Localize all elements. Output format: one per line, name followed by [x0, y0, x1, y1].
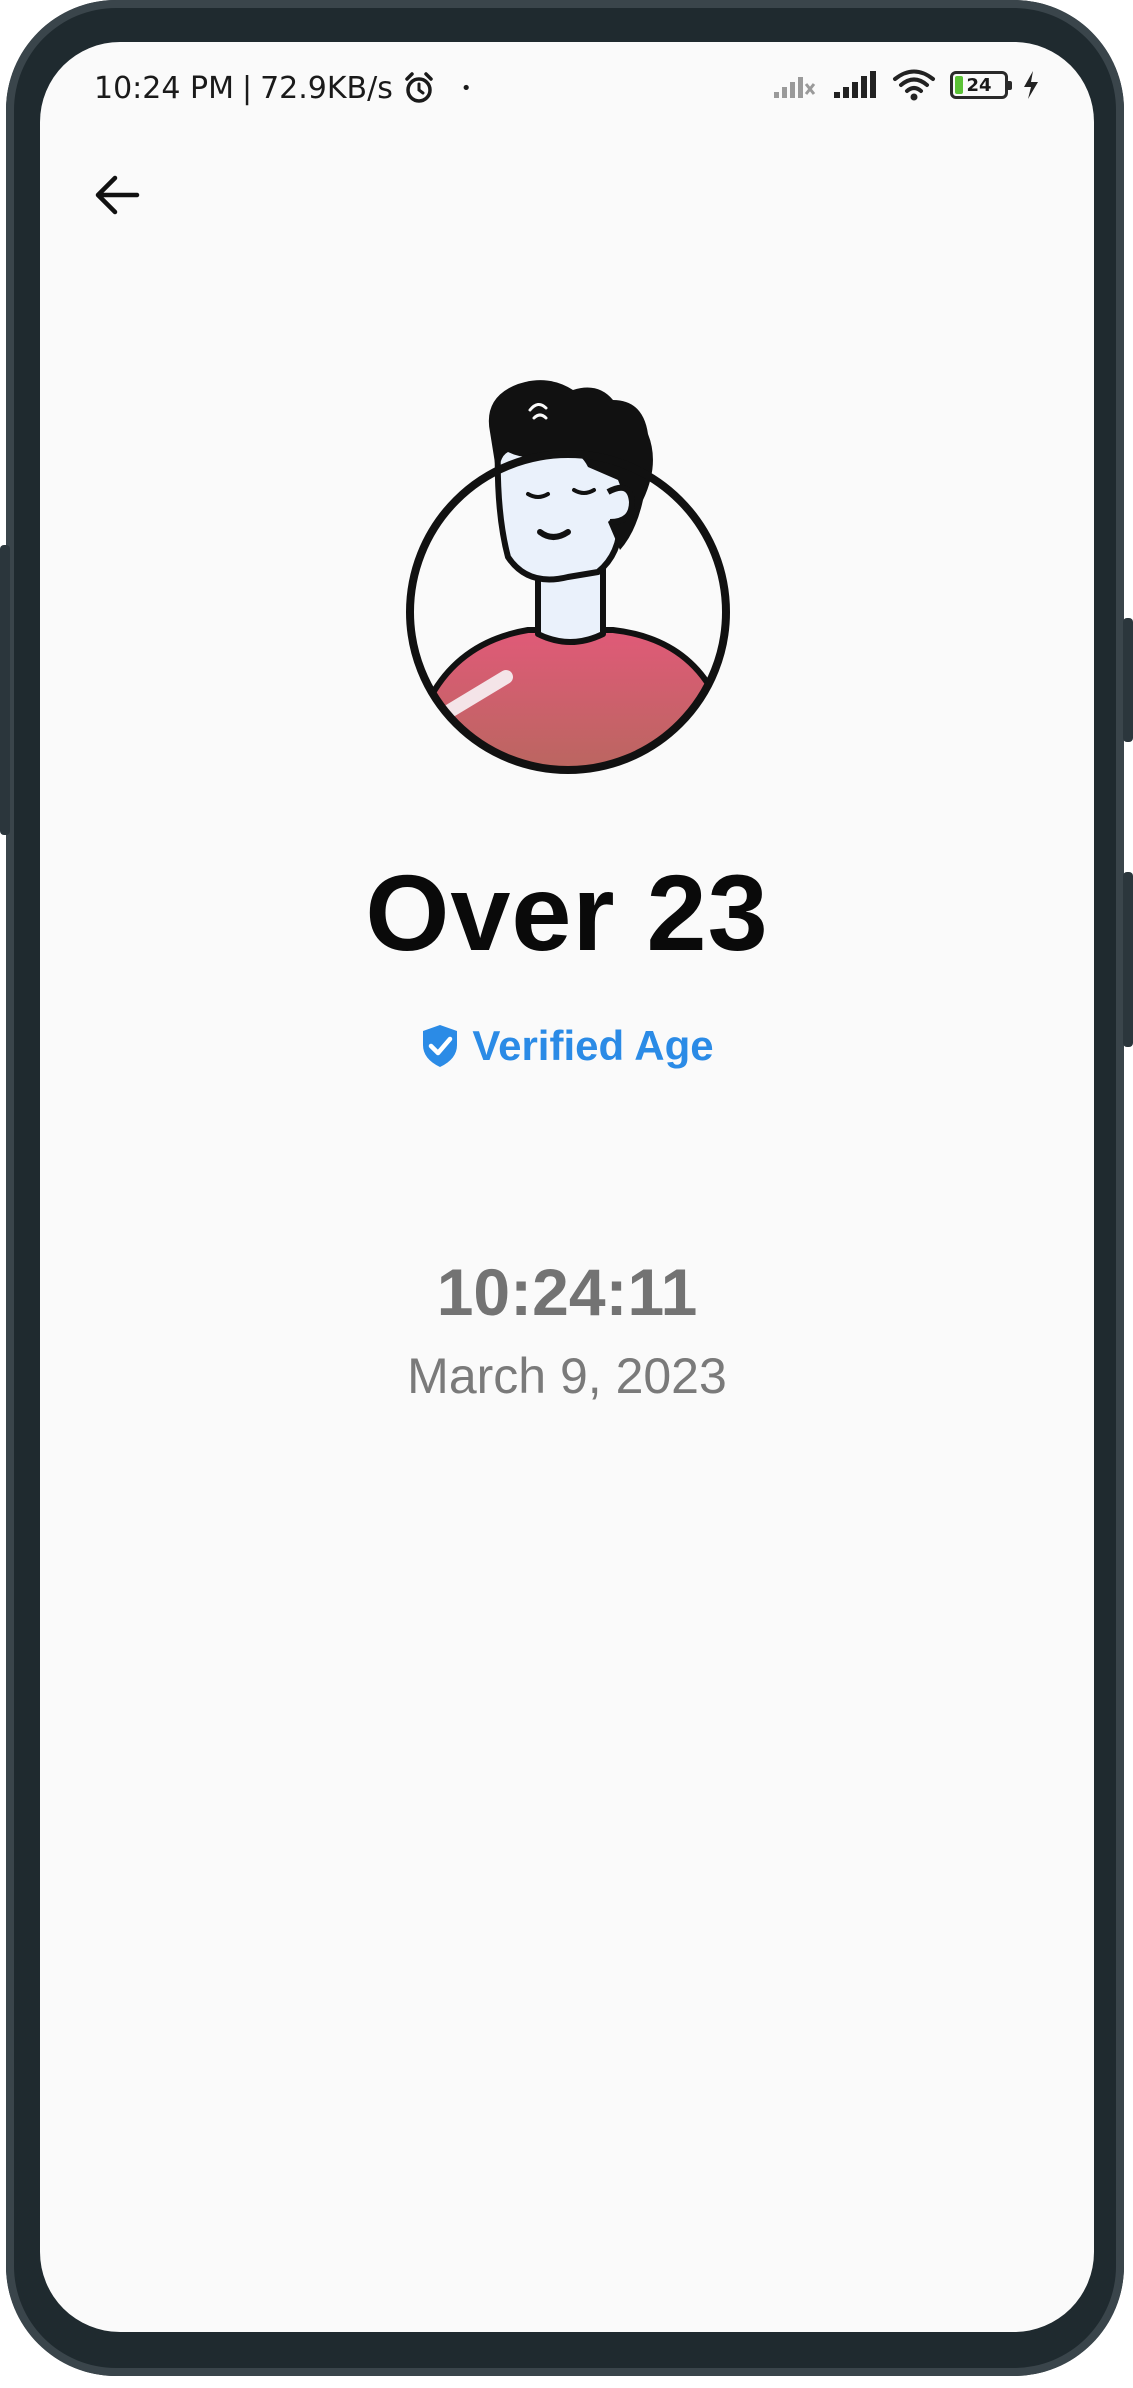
battery-fill	[955, 76, 964, 94]
verification-date: March 9, 2023	[407, 1348, 727, 1404]
back-button[interactable]	[82, 160, 152, 230]
battery-icon: 24	[950, 71, 1012, 99]
status-right: 24	[772, 68, 1040, 102]
phone-side-button-left	[0, 545, 10, 835]
verification-time: 10:24:11	[436, 1255, 698, 1329]
phone-power-button	[1123, 872, 1133, 1047]
phone-volume-button	[1123, 618, 1133, 742]
network-speed: 72.9KB/s	[260, 70, 393, 106]
charging-icon	[1024, 71, 1038, 99]
status-dot: •	[460, 77, 472, 99]
wifi-icon	[893, 69, 935, 101]
age-headline: Over 23	[365, 852, 769, 973]
avatar-illustration	[406, 380, 730, 774]
verified-age-badge: Verified Age	[40, 1022, 1094, 1070]
status-time: 10:24 PM	[94, 70, 234, 106]
status-separator: |	[241, 70, 253, 106]
signal-no-service-icon	[774, 77, 816, 98]
alarm-icon	[405, 72, 433, 103]
shield-check-icon	[423, 1025, 458, 1067]
verified-age-label: Verified Age	[472, 1022, 714, 1069]
app-screen: 10:24 PM | 72.9KB/s • 24 Over 23 Verifie…	[40, 42, 1094, 2332]
status-left: 10:24 PM | 72.9KB/s •	[94, 70, 472, 106]
status-bar: 10:24 PM | 72.9KB/s • 24	[40, 42, 1094, 142]
battery-level: 24	[966, 74, 992, 96]
arrow-left-icon	[95, 175, 140, 215]
signal-icon	[834, 71, 876, 98]
